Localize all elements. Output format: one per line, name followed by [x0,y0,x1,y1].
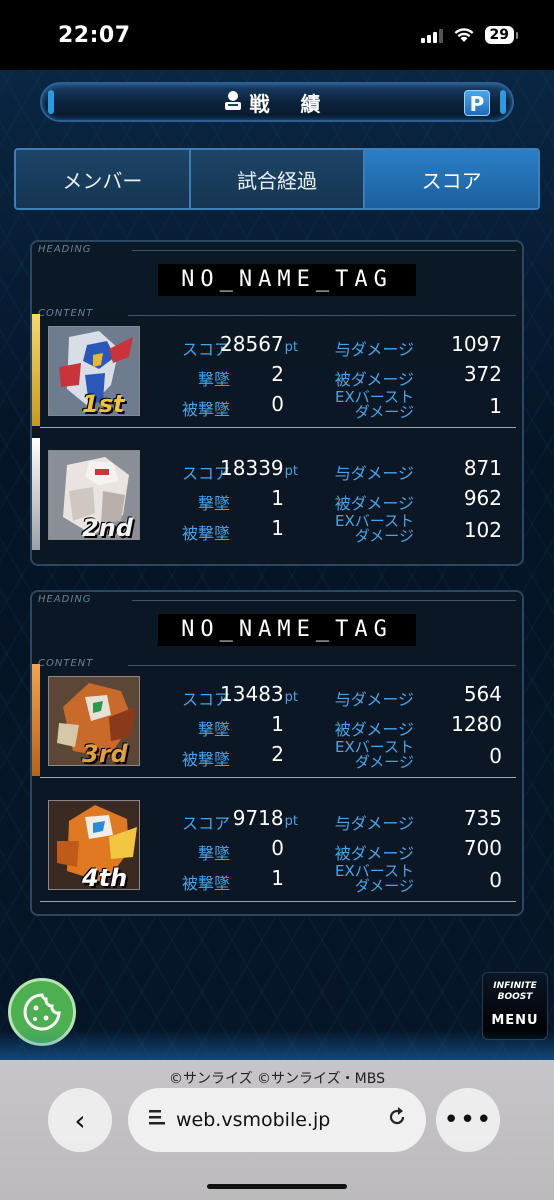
damage-dealt-value: 1097 [451,332,502,356]
damage-dealt-label: 与ダメージ [334,464,414,483]
damage-taken-value: 700 [463,836,502,860]
team-tag: NO_NAME_TAG [158,614,416,646]
ex-burst-value: 1 [489,394,502,418]
home-indicator [207,1184,347,1189]
address-bar[interactable]: web.vsmobile.jp [128,1088,426,1152]
deaths-label: 被撃墜 [181,524,230,543]
damage-taken-value: 962 [463,486,502,510]
divider [132,600,516,601]
app-content: 戦 績 P メンバー 試合経過 スコア HEADING NO_NAME_TAG … [0,70,554,1060]
ex-burst-label: EXバースト ダメージ [334,862,414,895]
ex-burst-label: EXバースト ダメージ [334,738,414,771]
ex-burst-label: EXバースト ダメージ [334,388,414,421]
damage-dealt-value: 564 [463,682,502,706]
damage-taken-label: 被ダメージ [334,494,414,513]
damage-dealt-value: 735 [463,806,502,830]
rank-bar [32,438,40,550]
damage-dealt-label: 与ダメージ [334,814,414,833]
divider [132,250,516,251]
title-bar: 戦 績 P [40,82,514,122]
rank-bar [32,314,40,426]
rank-label: 3rd [82,740,128,768]
divider [40,427,516,428]
more-options-button[interactable]: ••• [436,1088,500,1152]
damage-dealt-label: 与ダメージ [334,690,414,709]
ex-burst-value: 0 [489,868,502,892]
damage-taken-value: 1280 [451,712,502,736]
deaths-label: 被撃墜 [181,874,230,893]
kills-value: 0 [271,836,284,860]
tab-match-progress[interactable]: 試合経過 [190,150,366,208]
ex-burst-label: EXバースト ダメージ [334,512,414,545]
cellular-signal-icon [420,27,443,43]
deaths-label: 被撃墜 [181,750,230,769]
kills-label: 撃墜 [197,370,230,389]
ex-burst-value: 102 [463,518,502,542]
damage-taken-value: 372 [463,362,502,386]
damage-taken-label: 被ダメージ [334,370,414,389]
player-row-2nd[interactable]: 2nd スコア 18339pt 撃墜 1 被撃墜 1 与ダメージ 871 被ダメ… [32,434,522,552]
team-tag: NO_NAME_TAG [158,264,416,296]
cookie-settings-button[interactable] [8,978,76,1046]
rank-label: 2nd [82,514,133,542]
deaths-value: 0 [271,392,284,416]
player-row-1st[interactable]: 1st スコア 28567pt 撃墜 2 被撃墜 0 与ダメージ 1097 被ダ… [32,310,522,428]
infinite-boost-logo: INFINITE BOOST [493,981,537,1002]
kills-label: 撃墜 [197,844,230,863]
tab-members[interactable]: メンバー [16,150,191,208]
ex-burst-value: 0 [489,744,502,768]
chevron-left-icon: ‹ [74,1103,86,1137]
team-panel-2: HEADING NO_NAME_TAG CONTENT 3rd スコア 1348… [30,590,524,916]
kills-value: 1 [271,486,284,510]
status-bar: 22:07 29 [0,0,554,70]
heading-label: HEADING [38,244,92,255]
status-icons: 29 [420,26,519,44]
rank-bar [32,664,40,776]
rank-label: 4th [82,864,128,892]
page-title: 戦 績 [249,91,333,116]
kills-value: 1 [271,712,284,736]
team-panel-1: HEADING NO_NAME_TAG CONTENT 1st スコア 2856… [30,240,524,566]
battery-indicator: 29 [484,26,519,44]
reload-icon[interactable] [386,1106,408,1134]
menu-label: MENU [491,1013,539,1028]
ellipsis-icon: ••• [443,1105,493,1135]
pilot-icon [222,89,244,116]
rank-label: 1st [82,390,125,418]
score-value: 18339pt [220,456,298,480]
damage-taken-label: 被ダメージ [334,720,414,739]
wifi-icon [454,28,474,42]
tab-score[interactable]: スコア [365,150,538,208]
score-value: 13483pt [220,682,298,706]
damage-dealt-label: 与ダメージ [334,340,414,359]
deaths-label: 被撃墜 [181,400,230,419]
deaths-value: 2 [271,742,284,766]
divider [40,777,516,778]
divider [40,901,516,902]
url-text: web.vsmobile.jp [176,1109,331,1131]
game-menu-button[interactable]: INFINITE BOOST MENU [482,972,548,1040]
clock: 22:07 [58,22,131,48]
copyright-text: ©サンライズ ©サンライズ・MBS [169,1071,385,1087]
help-button[interactable]: P [464,90,490,116]
player-row-4th[interactable]: 4th スコア 9718pt 撃墜 0 被撃墜 1 与ダメージ 735 被ダメー… [32,784,522,902]
damage-taken-label: 被ダメージ [334,844,414,863]
heading-label: HEADING [38,594,92,605]
deaths-value: 1 [271,866,284,890]
kills-value: 2 [271,362,284,386]
cookie-icon [23,993,61,1031]
kills-label: 撃墜 [197,720,230,739]
page-menu-icon[interactable] [146,1107,166,1133]
deaths-value: 1 [271,516,284,540]
browser-toolbar: ©サンライズ ©サンライズ・MBS ‹ web.vsmobile.jp ••• [0,1060,554,1200]
tab-bar: メンバー 試合経過 スコア [14,148,540,210]
player-row-3rd[interactable]: 3rd スコア 13483pt 撃墜 1 被撃墜 2 与ダメージ 564 被ダメ… [32,660,522,778]
score-value: 28567pt [220,332,298,356]
back-button[interactable]: ‹ [48,1088,112,1152]
damage-dealt-value: 871 [463,456,502,480]
kills-label: 撃墜 [197,494,230,513]
score-value: 9718pt [232,806,298,830]
